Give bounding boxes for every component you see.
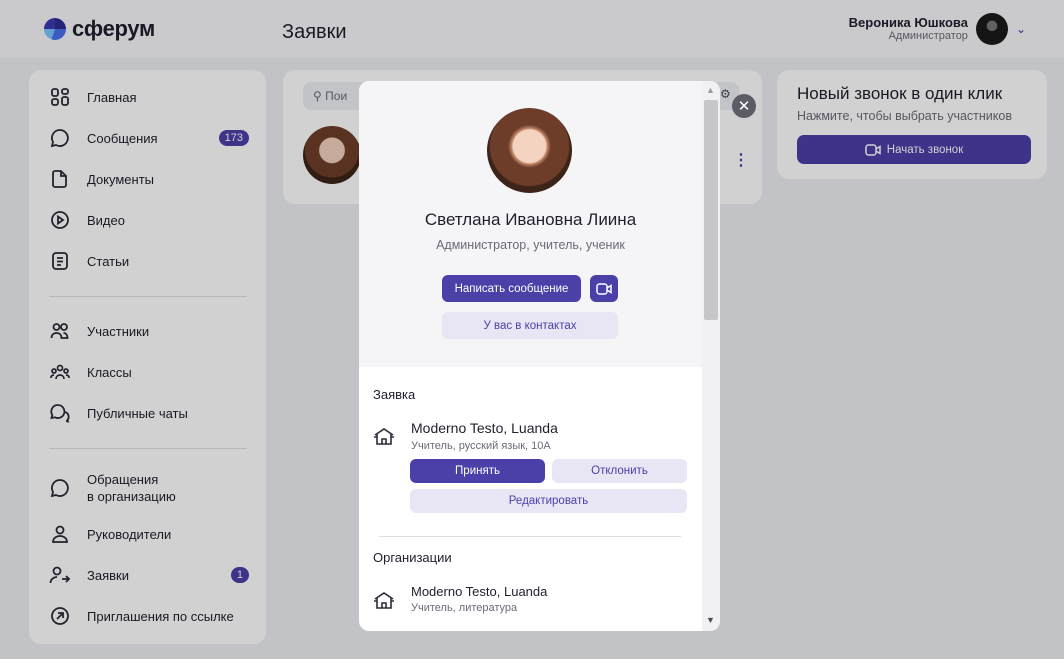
- request-details: Учитель, русский язык, 10А: [411, 440, 551, 452]
- profile-name: Светлана Ивановна Лиина: [424, 210, 637, 229]
- decline-button[interactable]: Отклонить: [552, 459, 687, 483]
- scroll-up-icon[interactable]: ▲: [706, 85, 715, 95]
- scroll-thumb[interactable]: [704, 100, 718, 320]
- accept-button[interactable]: Принять: [410, 459, 545, 483]
- scroll-down-icon[interactable]: ▼: [706, 615, 715, 625]
- filter-icon[interactable]: ⚙: [720, 87, 731, 101]
- close-icon[interactable]: ✕: [732, 94, 756, 118]
- write-message-button[interactable]: Написать сообщение: [442, 275, 581, 302]
- scrollbar[interactable]: ▲ ▼: [702, 81, 720, 631]
- profile-avatar: [487, 108, 572, 193]
- profile-header: Светлана Ивановна Лиина Администратор, у…: [359, 81, 702, 367]
- request-org-name: Moderno Testo, Luanda: [411, 420, 558, 436]
- school-building-icon: [374, 428, 394, 445]
- profile-roles: Администратор, учитель, ученик: [436, 238, 625, 252]
- video-camera-icon: [596, 282, 612, 295]
- org-details: Учитель, литература: [411, 602, 518, 614]
- modal-divider: [379, 536, 681, 537]
- profile-modal: Светлана Ивановна Лиина Администратор, у…: [359, 81, 720, 631]
- organizations-section-title: Организации: [373, 550, 452, 565]
- request-section-title: Заявка: [373, 387, 416, 402]
- org-name: Moderno Testo, Luanda: [411, 584, 548, 599]
- school-building-icon: [374, 592, 394, 609]
- edit-button[interactable]: Редактировать: [410, 489, 687, 513]
- in-contacts-button[interactable]: У вас в контактах: [442, 312, 618, 339]
- video-call-button[interactable]: [590, 275, 618, 302]
